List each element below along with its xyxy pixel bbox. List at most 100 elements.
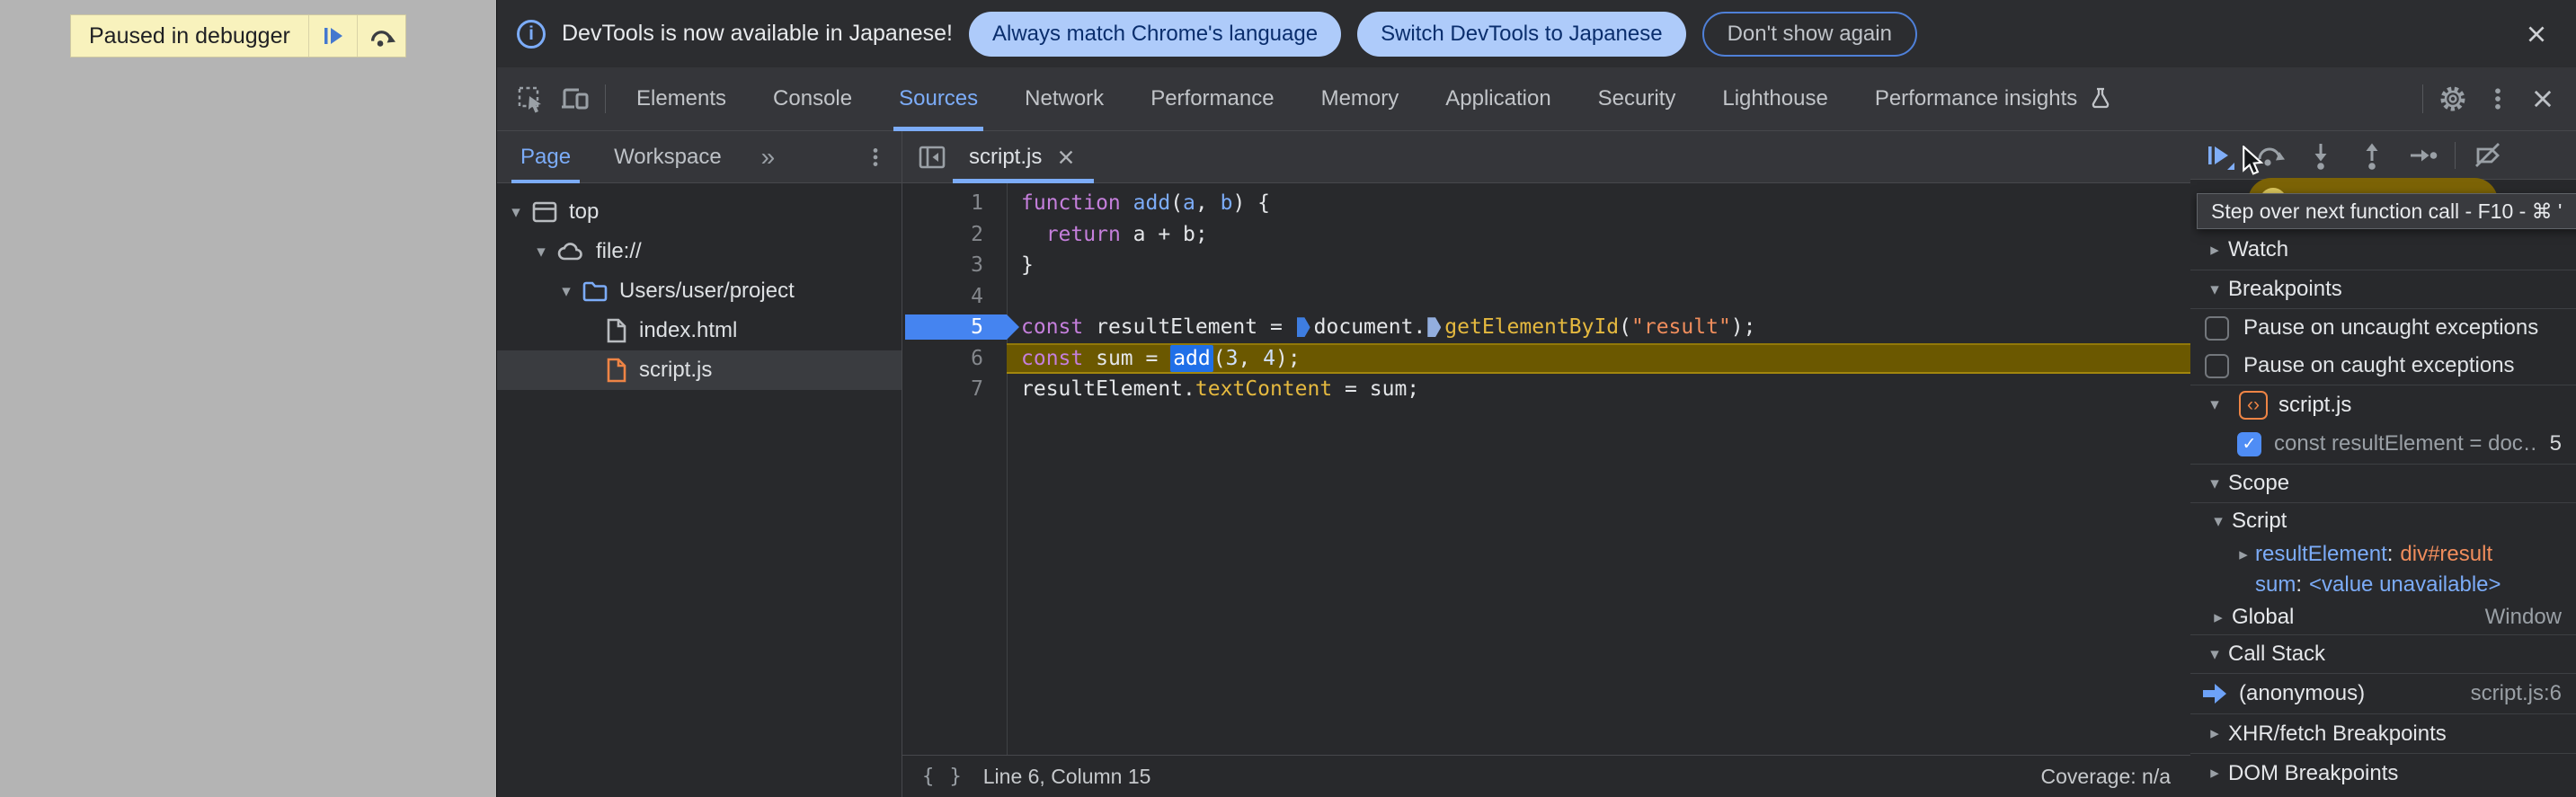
- tab-elements[interactable]: Elements: [613, 67, 750, 131]
- scope-var-resultelement[interactable]: ▸ resultElement: div#result: [2190, 539, 2576, 570]
- navigator-menu-button[interactable]: [864, 146, 902, 169]
- frame-name: (anonymous): [2239, 681, 2366, 705]
- file-tab-close-button[interactable]: [1056, 147, 1076, 167]
- coverage-status[interactable]: Coverage: n/a: [2041, 765, 2171, 789]
- code-token: getElementById: [1444, 315, 1620, 340]
- tree-item-top[interactable]: ▾ top: [497, 192, 902, 232]
- code-token: a + b;: [1120, 222, 1208, 246]
- execution-line-gutter[interactable]: 5: [902, 312, 1007, 343]
- code-text[interactable]: const resultElement = document. getElemen…: [1007, 312, 2190, 343]
- call-stack-frame[interactable]: (anonymous) script.js:6: [2190, 674, 2576, 713]
- code-text[interactable]: }: [1007, 250, 2190, 281]
- code-token: const: [1021, 346, 1084, 370]
- code-text[interactable]: const sum = add(3, 4);: [1007, 342, 2190, 374]
- tab-workspace[interactable]: Workspace: [610, 131, 725, 183]
- tab-console[interactable]: Console: [750, 67, 875, 131]
- inspect-element-button[interactable]: [508, 77, 553, 120]
- inline-breakpoint-marker-icon[interactable]: [1427, 317, 1442, 338]
- inline-breakpoint-marker-icon[interactable]: [1296, 317, 1310, 338]
- code-line: 5 const resultElement = document. getEleme…: [902, 312, 2190, 343]
- file-tab-script-js[interactable]: script.js: [953, 131, 1095, 183]
- code-token: return: [1045, 222, 1121, 246]
- hide-navigator-button[interactable]: [911, 137, 953, 178]
- breakpoint-entry[interactable]: ✓ const resultElement = doc… 5: [2190, 424, 2576, 464]
- code-text[interactable]: return a + b;: [1007, 219, 2190, 251]
- code-token: );: [1275, 346, 1301, 370]
- tab-security[interactable]: Security: [1575, 67, 1700, 131]
- var-name: sum: [2255, 572, 2296, 597]
- section-dom-breakpoints[interactable]: ▸ DOM Breakpoints: [2190, 753, 2576, 793]
- always-match-language-button[interactable]: Always match Chrome's language: [968, 11, 1342, 57]
- tab-page[interactable]: Page: [511, 131, 581, 183]
- main-toolbar: Elements Console Sources Network Perform…: [497, 67, 2576, 131]
- tree-item-script-js[interactable]: script.js: [497, 350, 902, 390]
- line-number-gutter[interactable]: 2: [902, 219, 1007, 251]
- line-number-gutter[interactable]: 1: [902, 188, 1007, 219]
- line-number-gutter[interactable]: 3: [902, 250, 1007, 281]
- switch-to-japanese-button[interactable]: Switch DevTools to Japanese: [1357, 11, 1686, 57]
- section-call-stack[interactable]: ▾ Call Stack: [2190, 634, 2576, 674]
- tab-performance-insights[interactable]: Performance insights: [1852, 67, 2136, 131]
- resume-script-button[interactable]: [307, 15, 357, 57]
- code-text[interactable]: resultElement. textContent = sum;: [1007, 374, 2190, 405]
- tree-item-project-folder[interactable]: ▾ Users/user/project: [497, 271, 902, 311]
- pause-caught-exceptions-row[interactable]: Pause on caught exceptions: [2190, 347, 2576, 385]
- pause-uncaught-exceptions-row[interactable]: Pause on uncaught exceptions: [2190, 309, 2576, 347]
- frame-location: script.js:6: [2470, 681, 2562, 705]
- section-breakpoints[interactable]: ▾ Breakpoints: [2190, 270, 2576, 309]
- current-frame-icon: [2203, 684, 2226, 704]
- tab-memory[interactable]: Memory: [1298, 67, 1423, 131]
- more-options-button[interactable]: [2475, 77, 2520, 120]
- step-out-button[interactable]: [2348, 135, 2395, 176]
- checkbox-unchecked[interactable]: [2205, 315, 2229, 341]
- tab-network[interactable]: Network: [1001, 67, 1127, 131]
- editor-tabstrip: script.js: [902, 131, 2190, 183]
- tab-performance[interactable]: Performance: [1127, 67, 1297, 131]
- section-label: Watch: [2228, 237, 2289, 261]
- tree-item-file-scheme[interactable]: ▾ file://: [497, 232, 902, 271]
- more-tabs-button[interactable]: »: [761, 143, 776, 172]
- checkbox-checked[interactable]: ✓: [2237, 431, 2261, 456]
- step-over-icon: [371, 31, 396, 47]
- resume-button[interactable]: [2194, 135, 2242, 176]
- var-name: resultElement: [2255, 542, 2387, 566]
- section-scope[interactable]: ▾ Scope: [2190, 464, 2576, 503]
- scope-var-sum[interactable]: sum: <value unavailable>: [2190, 570, 2576, 600]
- line-number-gutter[interactable]: 7: [902, 374, 1007, 405]
- section-xhr-breakpoints[interactable]: ▸ XHR/fetch Breakpoints: [2190, 713, 2576, 753]
- tab-lighthouse[interactable]: Lighthouse: [1699, 67, 1851, 131]
- infobar-close-button[interactable]: [2517, 14, 2556, 54]
- close-icon: [2528, 25, 2545, 42]
- close-icon: [2534, 90, 2552, 108]
- devtools-close-button[interactable]: [2520, 77, 2565, 120]
- code-token: const: [1021, 315, 1084, 340]
- checkbox-unchecked[interactable]: [2205, 353, 2229, 378]
- pretty-print-icon[interactable]: { }: [922, 766, 964, 788]
- line-number-gutter[interactable]: 6: [902, 343, 1007, 375]
- scope-script-group[interactable]: ▾ Script: [2190, 503, 2576, 539]
- tree-item-index-html[interactable]: index.html: [497, 311, 902, 350]
- settings-button[interactable]: [2430, 77, 2475, 120]
- step-over-button[interactable]: [2245, 135, 2293, 176]
- tab-application[interactable]: Application: [1422, 67, 1574, 131]
- breakpoint-file-group[interactable]: ▾ ‹› script.js: [2190, 385, 2576, 424]
- code-token: (: [1170, 191, 1184, 216]
- step-into-button[interactable]: [2296, 135, 2344, 176]
- cloud-icon: [556, 240, 585, 263]
- tab-sources[interactable]: Sources: [875, 67, 1001, 131]
- step-over-banner-button[interactable]: [356, 15, 405, 57]
- infobar: i DevTools is now available in Japanese!…: [497, 0, 2576, 67]
- line-number-gutter[interactable]: 4: [902, 281, 1007, 313]
- code-token: resultElement =: [1083, 315, 1295, 340]
- code-text[interactable]: function add(a, b) {: [1007, 188, 2190, 219]
- device-toolbar-button[interactable]: [553, 77, 598, 120]
- deactivate-breakpoints-button[interactable]: [2464, 135, 2511, 176]
- scope-group-value: Window: [2484, 605, 2562, 629]
- scope-global-group[interactable]: ▸ Global Window: [2190, 600, 2576, 634]
- dont-show-again-button[interactable]: Don't show again: [1701, 11, 1917, 57]
- code-text[interactable]: [1007, 281, 2190, 313]
- step-button[interactable]: [2399, 135, 2447, 176]
- section-watch[interactable]: ▸ Watch: [2190, 230, 2576, 270]
- code-token: }: [1021, 253, 1034, 278]
